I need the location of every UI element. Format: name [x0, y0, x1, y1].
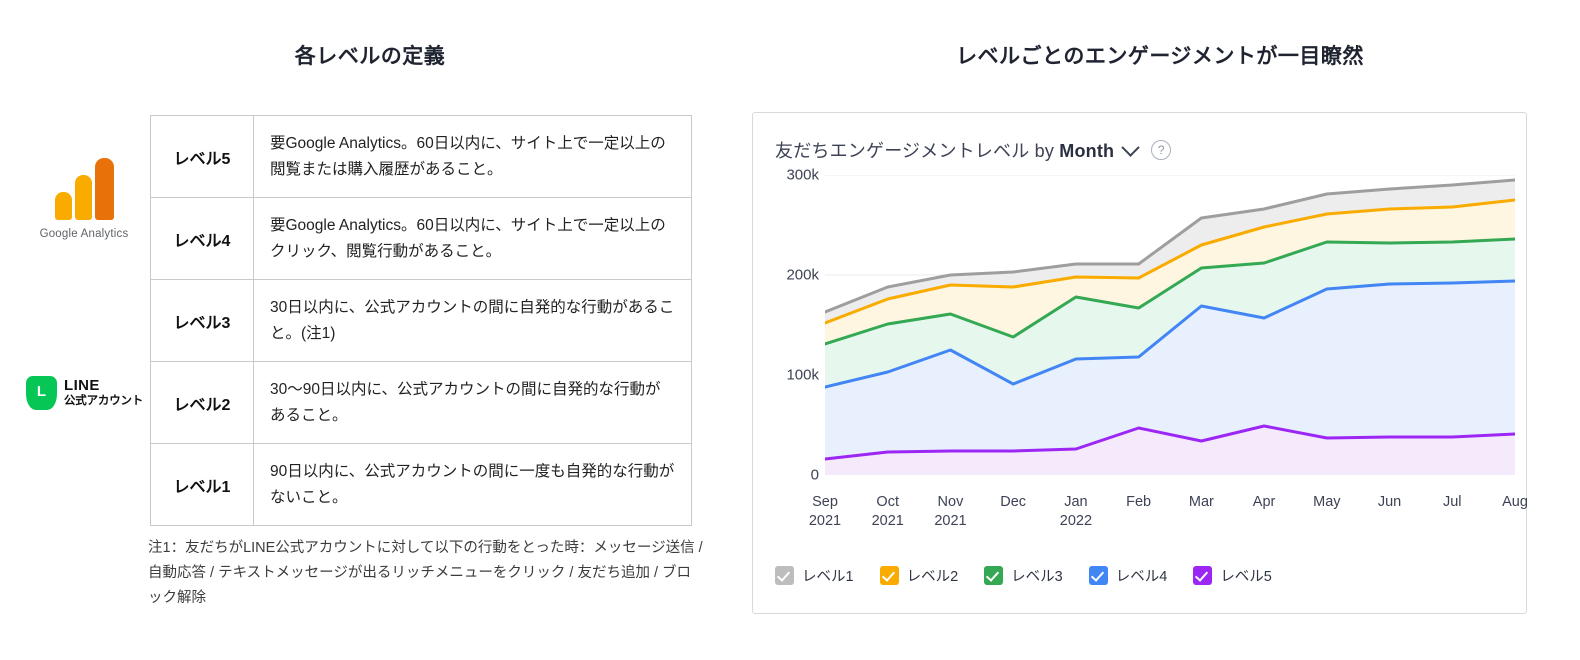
line-official-account-logo: LINE 公式アカウント [26, 376, 144, 410]
x-axis-tick-label: Jun [1378, 493, 1401, 512]
x-tick-year: 2021 [934, 512, 967, 529]
y-axis-labels: 0 100k 200k 300k [753, 167, 825, 484]
legend-checkbox[interactable] [1193, 566, 1213, 585]
legend-checkbox[interactable] [1088, 566, 1108, 585]
x-tick-month: Sep [812, 494, 838, 510]
level-definition-table: レベル5 要Google Analytics。60日以内に、サイト上で一定以上の閲… [150, 115, 692, 526]
x-tick-year: 2021 [871, 512, 904, 529]
x-axis-tick-label: Dec [1000, 493, 1026, 512]
level-description-cell: 要Google Analytics。60日以内に、サイト上で一定以上のクリック、… [253, 197, 692, 280]
x-tick-month: Feb [1126, 494, 1152, 510]
y-axis-tick-label: 100k [786, 366, 819, 384]
x-tick-month: Jan [1064, 494, 1088, 510]
chart-plot-area: 0 100k 200k 300k Sep 2021 Oct 2021 Nov 2021 Dec Ja… [753, 167, 1528, 550]
legend-checkbox[interactable] [775, 566, 794, 585]
legend-item[interactable]: レベル1 [775, 565, 854, 586]
x-tick-month: Mar [1188, 494, 1214, 510]
footnote-text: 注1：友だちがLINE公式アカウントに対して以下の行動をとった時：メッセージ送信… [148, 540, 703, 606]
x-axis-tick-label: Sep 2021 [809, 493, 841, 530]
chart-title-prefix: 友だちエンゲージメントレベル by [775, 141, 1060, 161]
level-name-cell: レベル1 [150, 443, 254, 526]
y-axis-tick-label: 200k [786, 266, 819, 284]
x-tick-month: Nov [937, 494, 964, 510]
table-row: レベル5 要Google Analytics。60日以内に、サイト上で一定以上の閲… [150, 115, 692, 198]
engagement-chart-panel: レベルごとのエンゲージメントが一目瞭然 友だちエンゲージメントレベル by Mo… [740, 0, 1580, 660]
table-row: レベル3 30日以内に、公式アカウントの間に自発的な行動があること。(注1) [150, 279, 692, 362]
legend-label: レベル5 [1220, 569, 1272, 585]
legend-item[interactable]: レベル2 [879, 565, 959, 586]
x-axis-tick-label: May [1313, 493, 1340, 512]
line-shield-icon [26, 376, 57, 410]
x-tick-month: May [1313, 494, 1341, 510]
level-description-cell: 30日以内に、公式アカウントの間に自発的な行動があること。(注1) [253, 279, 692, 362]
level-description-cell: 90日以内に、公式アカウントの間に一度も自発的な行動がないこと。 [253, 443, 692, 526]
x-tick-month: Dec [1000, 494, 1027, 510]
legend-label: レベル2 [906, 569, 959, 585]
x-tick-month: Aug [1502, 494, 1528, 510]
x-axis-tick-label: Apr [1253, 493, 1276, 512]
level-description-cell: 30〜90日以内に、公式アカウントの間に自発的な行動があること。 [253, 361, 692, 444]
legend-label: レベル1 [802, 569, 854, 585]
legend-item[interactable]: レベル3 [984, 565, 1063, 586]
stacked-area-chart [823, 174, 1517, 481]
chevron-down-icon[interactable] [1121, 137, 1140, 157]
table-row: レベル1 90日以内に、公式アカウントの間に一度も自発的な行動がないこと。 [150, 443, 692, 526]
help-circle-icon[interactable]: ? [1151, 140, 1172, 160]
x-axis-tick-label: Jan 2022 [1060, 493, 1092, 530]
x-axis-tick-label: Oct 2021 [872, 493, 904, 530]
google-analytics-logo: Google Analytics [28, 158, 140, 240]
line-label-bottom: 公式アカウント [64, 395, 144, 408]
legend-checkbox[interactable] [879, 566, 899, 585]
legend-checkbox[interactable] [984, 566, 1004, 585]
legend-item[interactable]: レベル5 [1193, 565, 1272, 586]
legend-item[interactable]: レベル4 [1088, 565, 1168, 586]
line-label-top: LINE [64, 377, 100, 395]
engagement-chart-card: 友だちエンゲージメントレベル by Month ? 0 100k 200k 300k … [752, 112, 1528, 614]
x-tick-year: 2022 [1059, 512, 1093, 529]
legend-label: レベル4 [1115, 569, 1168, 585]
page-title-left: 各レベルの定義 [294, 45, 446, 68]
page-title-right: レベルごとのエンゲージメントが一目瞭然 [956, 45, 1364, 68]
legend-label: レベル3 [1011, 569, 1063, 585]
x-tick-month: Oct [876, 494, 899, 510]
x-tick-month: Jul [1442, 494, 1462, 510]
chart-dimension-value: Month [1059, 141, 1115, 161]
x-axis-labels: Sep 2021 Oct 2021 Nov 2021 Dec Jan 2022 Feb Mar Apr… [809, 481, 1528, 541]
level-name-cell: レベル3 [150, 279, 254, 362]
x-tick-month: Apr [1252, 494, 1276, 510]
level-definition-panel: 各レベルの定義 Google Analytics LINE 公式アカウント レベ… [0, 0, 740, 660]
google-analytics-icon [28, 158, 140, 220]
x-axis-tick-label: Feb [1126, 493, 1151, 512]
chart-header: 友だちエンゲージメントレベル by Month ? [753, 113, 1526, 163]
chart-svg-holder [823, 174, 1517, 481]
chart-title: 友だちエンゲージメントレベル by Month [775, 137, 1114, 163]
x-axis-tick-label: Aug [1502, 493, 1528, 512]
level-definition-table-wrap: レベル5 要Google Analytics。60日以内に、サイト上で一定以上の閲… [150, 115, 692, 526]
x-tick-year: 2021 [808, 512, 842, 529]
level-name-cell: レベル5 [150, 115, 254, 198]
google-analytics-label: Google Analytics [39, 228, 129, 240]
x-tick-month: Jun [1377, 494, 1402, 510]
level-name-cell: レベル2 [150, 361, 254, 444]
table-row: レベル2 30〜90日以内に、公式アカウントの間に自発的な行動があること。 [150, 361, 692, 444]
level-name-cell: レベル4 [150, 197, 254, 280]
x-axis-tick-label: Jul [1443, 493, 1462, 512]
level-description-cell: 要Google Analytics。60日以内に、サイト上で一定以上の閲覧または… [253, 115, 692, 198]
table-row: レベル4 要Google Analytics。60日以内に、サイト上で一定以上のク… [150, 197, 692, 280]
x-axis-tick-label: Mar [1189, 493, 1214, 512]
x-axis-tick-label: Nov 2021 [934, 493, 966, 530]
chart-legend: レベル1 レベル2 レベル3 レベル4 レベル5 [775, 565, 1272, 586]
y-axis-tick-label: 0 [810, 466, 819, 484]
y-axis-tick-label: 300k [786, 166, 819, 184]
